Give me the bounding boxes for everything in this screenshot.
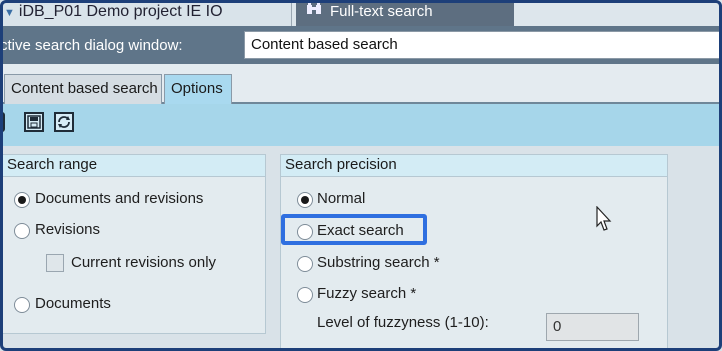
checkbox-current-revisions-only[interactable] bbox=[46, 254, 64, 272]
radio-normal[interactable] bbox=[297, 192, 313, 208]
label-fuzzy-search: Fuzzy search * bbox=[317, 285, 417, 302]
exact-search-highlight bbox=[281, 214, 427, 245]
dialog-window-label: ctive search dialog window: bbox=[0, 37, 183, 54]
label-documents-and-revisions: Documents and revisions bbox=[35, 190, 204, 207]
refresh-icon[interactable] bbox=[54, 112, 74, 132]
mouse-pointer-icon bbox=[596, 205, 612, 236]
tab-fulltext-search[interactable]: Full-text search bbox=[296, 0, 514, 26]
tab-project[interactable]: ▼ iDB_P01 Demo project IE IO bbox=[0, 0, 292, 26]
radio-documents-and-revisions[interactable] bbox=[14, 192, 30, 208]
tab-content-based-search[interactable]: Content based search bbox=[4, 74, 162, 104]
toolbar bbox=[0, 104, 722, 146]
chevron-down-icon[interactable]: ▼ bbox=[4, 7, 15, 19]
binoculars-icon bbox=[306, 0, 324, 24]
save-icon[interactable] bbox=[24, 112, 44, 132]
tab-options[interactable]: Options bbox=[164, 74, 232, 104]
search-range-title: Search range bbox=[3, 155, 265, 177]
dialog-window-field[interactable]: Content based search bbox=[244, 31, 720, 59]
label-normal: Normal bbox=[317, 190, 366, 207]
radio-documents[interactable] bbox=[14, 297, 30, 313]
label-revisions: Revisions bbox=[35, 221, 101, 238]
label-fuzziness-level: Level of fuzzyness (1-10): bbox=[317, 314, 489, 331]
radio-revisions[interactable] bbox=[14, 223, 30, 239]
radio-substring-search[interactable] bbox=[297, 256, 313, 272]
label-substring-search: Substring search * bbox=[317, 254, 440, 271]
radio-fuzzy-search[interactable] bbox=[297, 287, 313, 303]
fuzziness-level-input[interactable]: 0 bbox=[546, 313, 639, 341]
tab-fulltext-label: Full-text search bbox=[330, 3, 433, 20]
search-precision-title: Search precision bbox=[281, 155, 667, 177]
label-documents: Documents bbox=[35, 295, 111, 312]
toolbar-edge-icon bbox=[0, 112, 5, 132]
label-current-revisions-only: Current revisions only bbox=[71, 254, 217, 271]
tab-project-label: iDB_P01 Demo project IE IO bbox=[18, 3, 223, 20]
